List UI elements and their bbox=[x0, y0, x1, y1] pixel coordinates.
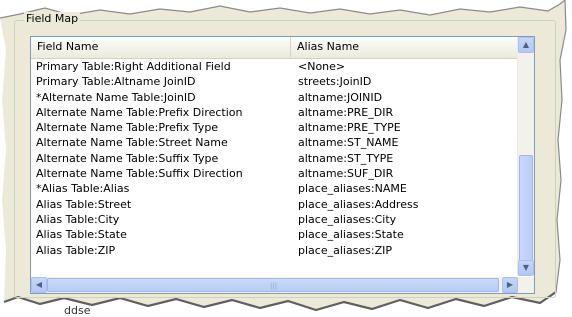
table-row[interactable]: Primary Table:Right Additional Field <No… bbox=[31, 59, 517, 74]
field-name-cell: Alternate Name Table:Suffix Type bbox=[36, 151, 219, 165]
chevron-right-icon: ▶ bbox=[506, 280, 514, 289]
alias-name-cell[interactable]: altname:SUF_DIR bbox=[298, 166, 393, 181]
table-row[interactable]: Alternate Name Table:Prefix Type altname… bbox=[31, 120, 517, 135]
field-name-cell: Alternate Name Table:Suffix Direction bbox=[36, 167, 243, 181]
field-name-cell: Alias Table:State bbox=[36, 228, 127, 242]
table-row[interactable]: Alias Table:City place_aliases:City bbox=[31, 212, 517, 227]
column-header-field-name[interactable]: Field Name bbox=[31, 37, 291, 57]
table-row[interactable]: Alias Table:Street place_aliases:Address bbox=[31, 197, 517, 212]
field-name-cell: Alias Table:City bbox=[36, 212, 120, 226]
grip-icon: ||| bbox=[270, 282, 278, 290]
field-name-cell: Alternate Name Table:Street Name bbox=[36, 136, 228, 150]
scroll-right-button[interactable]: ▶ bbox=[502, 277, 518, 293]
list-header: Field Name Alias Name bbox=[31, 37, 517, 59]
scroll-left-button[interactable]: ◀ bbox=[31, 277, 47, 293]
vertical-scrollbar[interactable]: ▲ ▼ bbox=[517, 37, 534, 276]
column-header-alias-name[interactable]: Alias Name bbox=[291, 37, 517, 57]
alias-name-cell[interactable]: altname:JOINID bbox=[298, 90, 382, 105]
vertical-scroll-thumb[interactable] bbox=[519, 155, 533, 273]
alias-name-cell[interactable]: place_aliases:NAME bbox=[298, 181, 407, 196]
alias-name-cell[interactable]: altname:PRE_TYPE bbox=[298, 120, 401, 135]
horizontal-scrollbar[interactable]: ◀ ||| ▶ bbox=[31, 277, 534, 293]
alias-name-cell[interactable]: place_aliases:City bbox=[298, 212, 396, 227]
field-name-cell: *Alternate Name Table:JoinID bbox=[36, 90, 196, 104]
table-row[interactable]: Primary Table:Altname JoinID streets:Joi… bbox=[31, 74, 517, 89]
partial-bottom-label: ddse bbox=[64, 304, 91, 317]
scroll-down-button[interactable]: ▼ bbox=[518, 260, 534, 276]
field-map-label: Field Map bbox=[24, 12, 81, 25]
alias-name-cell[interactable]: altname:ST_NAME bbox=[298, 135, 398, 150]
field-name-cell: Alternate Name Table:Prefix Type bbox=[36, 121, 219, 135]
alias-name-cell[interactable]: altname:PRE_DIR bbox=[298, 105, 393, 120]
table-row[interactable]: Alternate Name Table:Prefix Direction al… bbox=[31, 105, 517, 120]
alias-name-cell[interactable]: <None> bbox=[298, 59, 345, 74]
chevron-left-icon: ◀ bbox=[35, 280, 43, 289]
scroll-up-button[interactable]: ▲ bbox=[518, 37, 534, 53]
table-row[interactable]: Alias Table:State place_aliases:State bbox=[31, 227, 517, 242]
alias-name-cell[interactable]: place_aliases:Address bbox=[298, 197, 418, 212]
field-name-cell: Alias Table:ZIP bbox=[36, 243, 116, 257]
table-row[interactable]: *Alias Table:Alias place_aliases:NAME bbox=[31, 181, 517, 196]
table-row[interactable]: Alias Table:ZIP place_aliases:ZIP bbox=[31, 243, 517, 258]
alias-name-cell[interactable]: place_aliases:ZIP bbox=[298, 243, 392, 258]
alias-name-cell[interactable]: altname:ST_TYPE bbox=[298, 151, 393, 166]
table-row[interactable]: Alternate Name Table:Street Name altname… bbox=[31, 135, 517, 150]
chevron-up-icon: ▲ bbox=[522, 40, 530, 49]
field-name-cell: *Alias Table:Alias bbox=[36, 182, 130, 196]
chevron-down-icon: ▼ bbox=[522, 263, 530, 272]
field-name-cell: Alias Table:Street bbox=[36, 197, 132, 211]
table-row[interactable]: Alternate Name Table:Suffix Type altname… bbox=[31, 151, 517, 166]
list-rows: Primary Table:Right Additional Field <No… bbox=[31, 59, 517, 258]
field-name-cell: Primary Table:Right Additional Field bbox=[36, 60, 231, 73]
table-row[interactable]: *Alternate Name Table:JoinID altname:JOI… bbox=[31, 90, 517, 105]
field-name-cell: Primary Table:Altname JoinID bbox=[36, 75, 196, 89]
table-row[interactable]: Alternate Name Table:Suffix Direction al… bbox=[31, 166, 517, 181]
horizontal-scroll-thumb[interactable]: ||| bbox=[47, 278, 499, 292]
field-name-cell: Alternate Name Table:Prefix Direction bbox=[36, 105, 243, 119]
alias-name-cell[interactable]: streets:JoinID bbox=[298, 74, 371, 89]
alias-name-cell[interactable]: place_aliases:State bbox=[298, 227, 404, 242]
field-map-listview[interactable]: Field Name Alias Name Primary Table:Righ… bbox=[30, 36, 535, 294]
